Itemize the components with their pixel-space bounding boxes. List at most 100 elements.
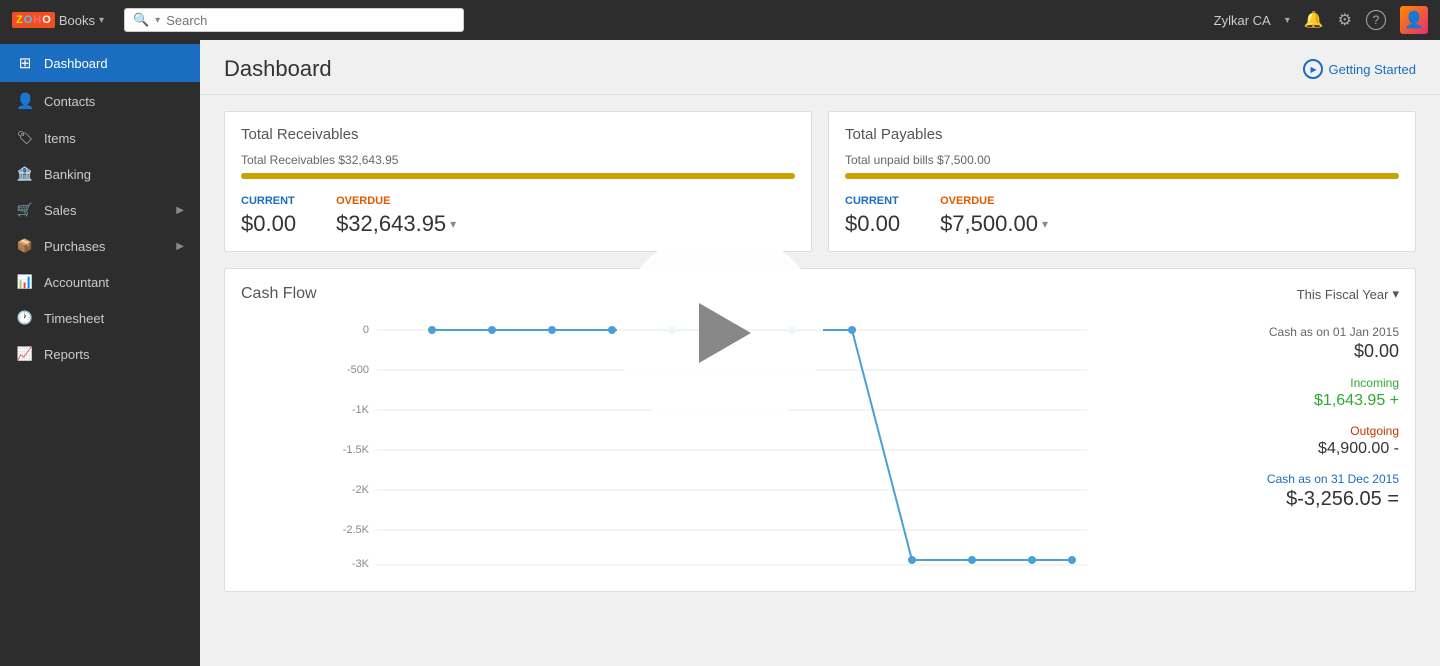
- getting-started-label: Getting Started: [1329, 62, 1416, 77]
- receivables-overdue-caret[interactable]: ▾: [450, 217, 456, 231]
- cashflow-body: 0 -500 -1K -1.5K -2K -2.5K -3K: [241, 315, 1399, 575]
- cash-as-on-start: Cash as on 01 Jan 2015 $0.00: [1209, 325, 1399, 362]
- cash-outgoing: Outgoing $4,900.00 -: [1209, 424, 1399, 458]
- sidebar-label-dashboard: Dashboard: [44, 56, 184, 71]
- sidebar-item-items[interactable]: 🏷 Items: [0, 120, 200, 156]
- main-content: Dashboard ▶ Getting Started Total Receiv…: [200, 40, 1440, 666]
- search-dropdown-icon[interactable]: ▾: [155, 15, 160, 26]
- search-icon: 🔍: [133, 12, 149, 28]
- app-name: Books: [59, 13, 95, 28]
- search-input[interactable]: [166, 13, 455, 28]
- svg-text:-3K: -3K: [352, 558, 370, 570]
- avatar[interactable]: 👤: [1400, 6, 1428, 34]
- org-caret[interactable]: ▾: [1285, 15, 1290, 26]
- sidebar-label-items: Items: [44, 131, 184, 146]
- outgoing-value: $4,900.00 -: [1209, 440, 1399, 458]
- incoming-value: $1,643.95 +: [1209, 392, 1399, 410]
- cashflow-stats: Cash as on 01 Jan 2015 $0.00 Incoming $1…: [1209, 315, 1399, 575]
- sidebar-item-contacts[interactable]: 👤 Contacts: [0, 82, 200, 120]
- cash-start-label: Cash as on 01 Jan 2015: [1209, 325, 1399, 339]
- help-icon[interactable]: ?: [1366, 10, 1386, 30]
- cash-incoming: Incoming $1,643.95 +: [1209, 376, 1399, 410]
- receivables-overdue-value: $32,643.95 ▾: [336, 211, 456, 237]
- notifications-icon[interactable]: 🔔: [1304, 10, 1324, 30]
- logo-area[interactable]: ZOHO Books ▾: [12, 12, 104, 28]
- svg-text:-500: -500: [347, 364, 369, 376]
- fiscal-year-dropdown[interactable]: This Fiscal Year ▾: [1297, 286, 1399, 302]
- payables-current-block: CURRENT $0.00: [845, 195, 900, 237]
- content-body: Total Receivables Total Receivables $32,…: [200, 95, 1440, 608]
- total-receivables-card: Total Receivables Total Receivables $32,…: [224, 111, 812, 252]
- payables-progress-fill: [845, 173, 1399, 179]
- org-name[interactable]: Zylkar CA: [1214, 13, 1271, 28]
- svg-text:-1.5K: -1.5K: [343, 444, 370, 456]
- banking-icon: 🏦: [16, 166, 34, 182]
- outgoing-label: Outgoing: [1209, 424, 1399, 438]
- payables-title: Total Payables: [845, 126, 1399, 143]
- payables-current-label: CURRENT: [845, 195, 900, 207]
- sidebar-item-banking[interactable]: 🏦 Banking: [0, 156, 200, 192]
- payables-amounts: CURRENT $0.00 OVERDUE $7,500.00 ▾: [845, 195, 1399, 237]
- top-navigation: ZOHO Books ▾ 🔍 ▾ Zylkar CA ▾ 🔔 ⚙ ? 👤: [0, 0, 1440, 40]
- getting-started-play-icon: ▶: [1303, 59, 1323, 79]
- receivables-progress-fill: [241, 173, 795, 179]
- sidebar-item-timesheet[interactable]: 🕐 Timesheet: [0, 300, 200, 336]
- receivables-overdue-block: OVERDUE $32,643.95 ▾: [336, 195, 456, 237]
- nav-right: Zylkar CA ▾ 🔔 ⚙ ? 👤: [1214, 6, 1428, 34]
- sidebar-item-accountant[interactable]: 📊 Accountant: [0, 264, 200, 300]
- svg-text:-2K: -2K: [352, 484, 370, 496]
- dashboard-icon: ⊞: [16, 54, 34, 72]
- receivables-current-label: CURRENT: [241, 195, 296, 207]
- payables-overdue-label: OVERDUE: [940, 195, 1048, 207]
- cash-end-value: $-3,256.05 =: [1209, 488, 1399, 511]
- sidebar-label-banking: Banking: [44, 167, 184, 182]
- video-overlay[interactable]: [620, 233, 820, 433]
- getting-started-button[interactable]: ▶ Getting Started: [1303, 59, 1416, 79]
- timesheet-icon: 🕐: [16, 310, 34, 326]
- svg-text:-2.5K: -2.5K: [343, 524, 370, 536]
- receivables-progress-bg: [241, 173, 795, 179]
- cashflow-card: Cash Flow This Fiscal Year ▾ 0 -500 -1K …: [224, 268, 1416, 592]
- app-caret[interactable]: ▾: [99, 15, 104, 26]
- sidebar-label-reports: Reports: [44, 347, 184, 362]
- sidebar-label-purchases: Purchases: [44, 239, 166, 254]
- sidebar-item-reports[interactable]: 📈 Reports: [0, 336, 200, 372]
- fiscal-year-caret: ▾: [1392, 286, 1399, 302]
- fiscal-year-label: This Fiscal Year: [1297, 287, 1389, 302]
- receivables-title: Total Receivables: [241, 126, 795, 143]
- contacts-icon: 👤: [16, 92, 34, 110]
- cards-row: Total Receivables Total Receivables $32,…: [224, 111, 1416, 252]
- payables-current-value: $0.00: [845, 211, 900, 237]
- content-header: Dashboard ▶ Getting Started: [200, 40, 1440, 95]
- accountant-icon: 📊: [16, 274, 34, 290]
- cashflow-header: Cash Flow This Fiscal Year ▾: [241, 285, 1399, 303]
- receivables-current-block: CURRENT $0.00: [241, 195, 296, 237]
- receivables-overdue-label: OVERDUE: [336, 195, 456, 207]
- cash-end-label: Cash as on 31 Dec 2015: [1209, 472, 1399, 486]
- svg-text:-1K: -1K: [352, 404, 370, 416]
- cashflow-title: Cash Flow: [241, 285, 317, 303]
- payables-progress-bg: [845, 173, 1399, 179]
- purchases-icon: 📦: [16, 238, 34, 254]
- incoming-label: Incoming: [1209, 376, 1399, 390]
- search-bar[interactable]: 🔍 ▾: [124, 8, 464, 32]
- receivables-current-value: $0.00: [241, 211, 296, 237]
- sidebar-label-timesheet: Timesheet: [44, 311, 184, 326]
- payables-overdue-caret[interactable]: ▾: [1042, 217, 1048, 231]
- sidebar-item-dashboard[interactable]: ⊞ Dashboard: [0, 44, 200, 82]
- cash-start-value: $0.00: [1209, 341, 1399, 362]
- svg-text:0: 0: [363, 324, 369, 336]
- sidebar-label-sales: Sales: [44, 203, 166, 218]
- sidebar-label-contacts: Contacts: [44, 94, 184, 109]
- zoho-logo: ZOHO: [12, 12, 55, 28]
- sidebar-item-sales[interactable]: 🛒 Sales ▶: [0, 192, 200, 228]
- reports-icon: 📈: [16, 346, 34, 362]
- sidebar: ⊞ Dashboard 👤 Contacts 🏷 Items 🏦 Banking…: [0, 40, 200, 666]
- total-payables-card: Total Payables Total unpaid bills $7,500…: [828, 111, 1416, 252]
- play-button-icon: [699, 303, 751, 363]
- sidebar-label-accountant: Accountant: [44, 275, 184, 290]
- settings-icon[interactable]: ⚙: [1338, 10, 1352, 30]
- sidebar-item-purchases[interactable]: 📦 Purchases ▶: [0, 228, 200, 264]
- payables-overdue-block: OVERDUE $7,500.00 ▾: [940, 195, 1048, 237]
- sales-icon: 🛒: [16, 202, 34, 218]
